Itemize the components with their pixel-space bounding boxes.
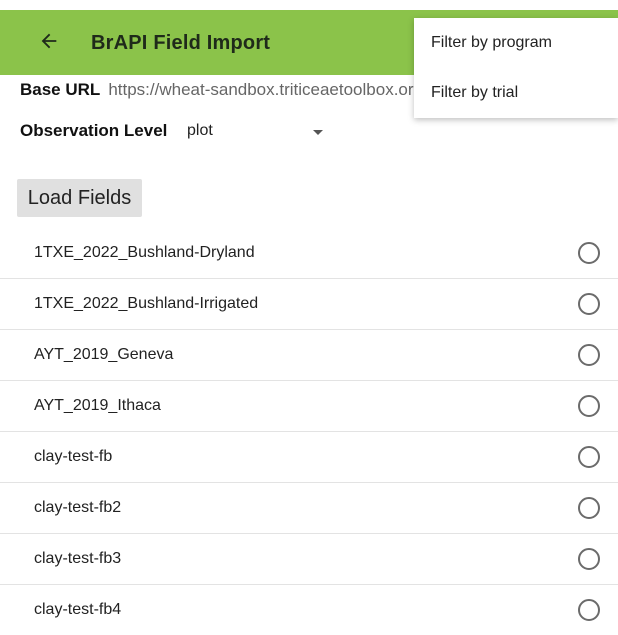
list-item[interactable]: AYT_2019_Ithaca bbox=[0, 381, 618, 432]
radio-button[interactable] bbox=[578, 548, 600, 570]
list-item[interactable]: clay-test-fb2 bbox=[0, 483, 618, 534]
radio-button[interactable] bbox=[578, 344, 600, 366]
radio-button[interactable] bbox=[578, 599, 600, 621]
radio-button[interactable] bbox=[578, 395, 600, 417]
list-item[interactable]: clay-test-fb4 bbox=[0, 585, 618, 635]
observation-level-label: Observation Level bbox=[20, 121, 168, 140]
page-title: BrAPI Field Import bbox=[91, 32, 271, 54]
load-fields-button[interactable]: Load Fields bbox=[17, 179, 142, 217]
menu-item-filter-by-trial[interactable]: Filter by trial bbox=[414, 68, 618, 118]
radio-button[interactable] bbox=[578, 497, 600, 519]
list-item[interactable]: 1TXE_2022_Bushland-Irrigated bbox=[0, 279, 618, 330]
list-item[interactable]: 1TXE_2022_Bushland-Dryland bbox=[0, 228, 618, 279]
field-name: 1TXE_2022_Bushland-Irrigated bbox=[34, 295, 259, 312]
list-item[interactable]: clay-test-fb3 bbox=[0, 534, 618, 585]
field-name: clay-test-fb bbox=[34, 448, 113, 465]
list-item[interactable]: clay-test-fb bbox=[0, 432, 618, 483]
field-name: clay-test-fb2 bbox=[34, 499, 122, 516]
field-name: AYT_2019_Geneva bbox=[34, 346, 174, 363]
field-name: clay-test-fb3 bbox=[34, 550, 122, 567]
observation-level-dropdown[interactable]: plot bbox=[187, 119, 347, 145]
back-button[interactable] bbox=[34, 28, 64, 58]
overflow-menu: Filter by program Filter by trial bbox=[414, 18, 618, 118]
observation-level-row: Observation Level plot bbox=[20, 121, 323, 145]
base-url-row: Base URL https://wheat-sandbox.triticeaet… bbox=[20, 80, 420, 102]
field-name: clay-test-fb4 bbox=[34, 601, 122, 618]
observation-level-value: plot bbox=[187, 122, 213, 139]
arrow-left-icon bbox=[38, 30, 60, 57]
base-url-label: Base URL bbox=[20, 80, 101, 99]
field-list: 1TXE_2022_Bushland-Dryland 1TXE_2022_Bus… bbox=[0, 228, 618, 635]
field-name: AYT_2019_Ithaca bbox=[34, 397, 161, 414]
dropdown-caret-icon bbox=[313, 130, 323, 135]
base-url-value[interactable]: https://wheat-sandbox.triticeaetoolbox.o… bbox=[108, 80, 420, 99]
list-item[interactable]: AYT_2019_Geneva bbox=[0, 330, 618, 381]
radio-button[interactable] bbox=[578, 446, 600, 468]
radio-button[interactable] bbox=[578, 293, 600, 315]
menu-item-filter-by-program[interactable]: Filter by program bbox=[414, 18, 618, 68]
radio-button[interactable] bbox=[578, 242, 600, 264]
field-name: 1TXE_2022_Bushland-Dryland bbox=[34, 244, 255, 261]
